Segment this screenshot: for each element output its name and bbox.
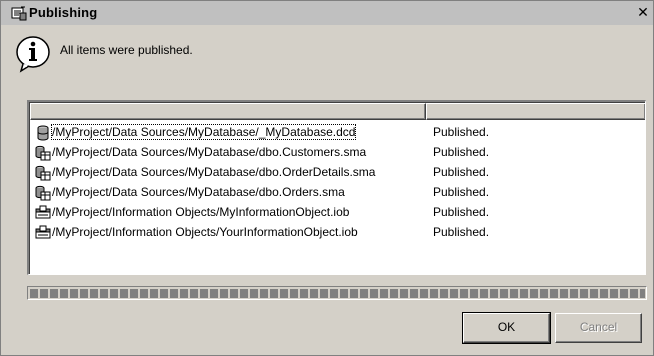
close-button[interactable]: ✕: [635, 4, 651, 20]
item-status: Published.: [433, 205, 490, 219]
list-item[interactable]: /MyProject/Data Sources/MyDatabase/dbo.O…: [31, 163, 645, 183]
publishing-dialog: Publishing ✕ All items were published. /…: [0, 0, 654, 356]
title-bar[interactable]: Publishing ✕: [1, 1, 653, 26]
database-icon: [37, 125, 49, 141]
item-path: /MyProject/Data Sources/MyDatabase/dbo.O…: [52, 165, 376, 179]
list-item[interactable]: /MyProject/Data Sources/MyDatabase/dbo.O…: [31, 183, 645, 203]
published-items-list[interactable]: /MyProject/Data Sources/MyDatabase/_MyDa…: [27, 100, 646, 275]
schema-table-icon: [35, 145, 51, 161]
progress-bar: [27, 286, 647, 300]
column-header-status[interactable]: [426, 103, 645, 120]
item-path: /MyProject/Information Objects/YourInfor…: [52, 225, 358, 239]
column-header-item[interactable]: [30, 103, 426, 120]
item-path: /MyProject/Data Sources/MyDatabase/_MyDa…: [50, 124, 357, 140]
item-status: Published.: [433, 185, 490, 199]
cancel-button[interactable]: Cancel: [555, 313, 642, 343]
item-status: Published.: [433, 165, 490, 179]
publish-icon: [11, 6, 27, 21]
item-path: /MyProject/Data Sources/MyDatabase/dbo.O…: [52, 185, 345, 199]
list-rows: /MyProject/Data Sources/MyDatabase/_MyDa…: [31, 123, 645, 243]
item-status: Published.: [433, 125, 490, 139]
item-path: /MyProject/Data Sources/MyDatabase/dbo.C…: [52, 145, 367, 159]
item-status: Published.: [433, 145, 490, 159]
list-item[interactable]: /MyProject/Information Objects/MyInforma…: [31, 203, 645, 223]
list-item[interactable]: /MyProject/Data Sources/MyDatabase/dbo.C…: [31, 143, 645, 163]
information-object-icon: [35, 225, 51, 239]
information-object-icon: [35, 205, 51, 219]
status-message: All items were published.: [60, 43, 193, 57]
schema-table-icon: [35, 185, 51, 201]
item-path: /MyProject/Information Objects/MyInforma…: [52, 205, 350, 219]
list-item[interactable]: /MyProject/Information Objects/YourInfor…: [31, 223, 645, 243]
ok-button[interactable]: OK: [462, 312, 551, 344]
progress-fill: [30, 289, 645, 298]
window-title: Publishing: [29, 5, 98, 20]
item-status: Published.: [433, 225, 490, 239]
list-item[interactable]: /MyProject/Data Sources/MyDatabase/_MyDa…: [31, 123, 645, 143]
schema-table-icon: [35, 165, 51, 181]
information-icon: [16, 36, 50, 73]
